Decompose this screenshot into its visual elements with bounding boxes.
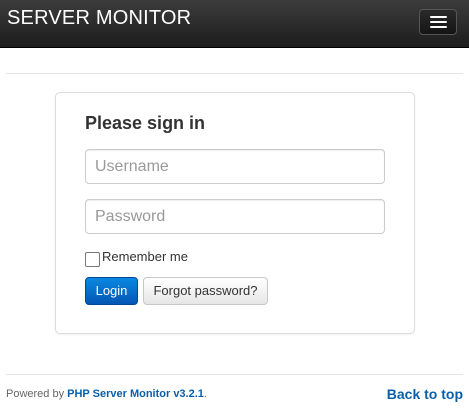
hamburger-menu-icon-bar: [430, 26, 447, 28]
forgot-password-button[interactable]: Forgot password?: [143, 277, 268, 305]
login-button[interactable]: Login: [85, 277, 138, 305]
product-link[interactable]: PHP Server Monitor v3.2.1: [67, 388, 204, 400]
footer-period: .: [203, 388, 207, 400]
username-input[interactable]: [85, 149, 385, 184]
footer-credits: Powered by PHP Server Monitor v3.2.1.: [6, 388, 207, 400]
login-title: Please sign in: [85, 113, 206, 133]
footer-divider: [6, 374, 463, 375]
powered-by-text: Powered by: [6, 388, 68, 400]
top-navbar: SERVER MONITOR: [0, 0, 469, 48]
login-panel: Please sign in Remember me Login Forgot …: [55, 92, 415, 334]
top-divider: [6, 73, 463, 74]
password-input[interactable]: [85, 199, 385, 234]
back-to-top-link[interactable]: Back to top: [387, 386, 463, 402]
hamburger-menu-icon: [430, 16, 447, 18]
remember-me-checkbox[interactable]: [85, 252, 100, 267]
app-brand[interactable]: SERVER MONITOR: [7, 7, 191, 30]
hamburger-menu-icon-bar: [430, 21, 447, 23]
remember-me-label[interactable]: Remember me: [102, 249, 188, 264]
navbar-toggle-button[interactable]: [419, 9, 457, 35]
